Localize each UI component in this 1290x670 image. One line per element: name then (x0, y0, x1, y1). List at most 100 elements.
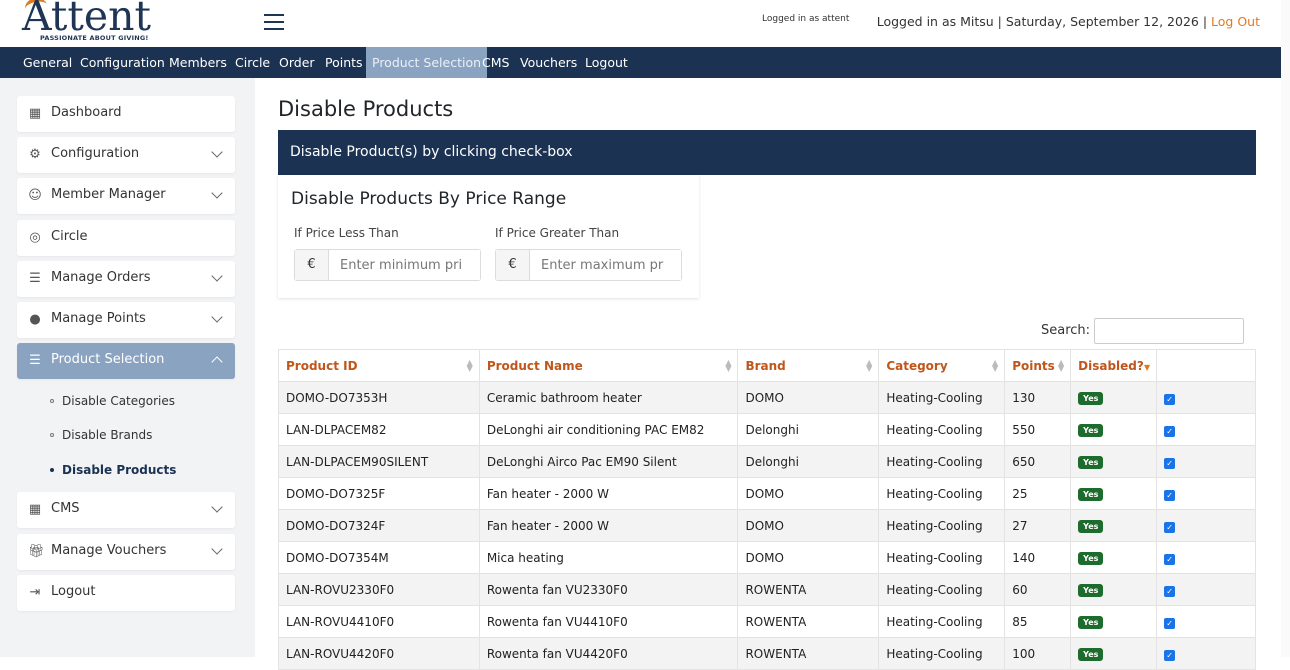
cell-product-name: Rowenta fan VU4410F0 (478, 605, 739, 638)
max-price-field: € (495, 249, 682, 281)
sub-item-disable-brands[interactable]: Disable Brands (50, 428, 152, 442)
target-icon: ◎ (29, 230, 41, 245)
cell-product-id: LAN-ROVU4420F0 (278, 637, 480, 670)
sidebar-item-configuration[interactable]: ⚙ Configuration (17, 137, 235, 173)
sort-icon: ▲ ▼ (725, 358, 732, 373)
cell-category: Heating-Cooling (878, 637, 1006, 670)
max-price-input[interactable] (531, 250, 681, 280)
sidebar-item-cms[interactable]: ▦ CMS (17, 492, 235, 528)
status-badge: Yes (1078, 616, 1104, 629)
attent-logo[interactable]: Attent PASSIONATE ABOUT GIVING! (22, 0, 162, 44)
page-title: Disable Products (278, 97, 454, 121)
cell-points: 650 (1004, 445, 1072, 478)
sub-item-disable-categories[interactable]: Disable Categories (50, 394, 175, 408)
price-range-title: Disable Products By Price Range (291, 189, 567, 209)
cell-product-id: LAN-ROVU2330F0 (278, 573, 480, 606)
chevron-down-icon (211, 270, 223, 282)
sidebar-item-label: Member Manager (51, 187, 166, 202)
search-input[interactable] (1094, 318, 1244, 344)
sort-icon: ▲ ▼ (1057, 358, 1065, 373)
nav-members[interactable]: Members (163, 47, 233, 78)
cell-category: Heating-Cooling (878, 477, 1006, 510)
sort-icon: ▲ ▼ (992, 358, 999, 373)
column-header-brand[interactable]: Brand ▲ ▼ (737, 349, 880, 382)
column-header-points[interactable]: Points ▲ ▼ (1004, 349, 1072, 382)
table-row: DOMO-DO7354M Mica heating DOMO Heating-C… (278, 541, 1256, 574)
disable-checkbox[interactable]: ✓ (1164, 617, 1176, 629)
cell-product-id: DOMO-DO7324F (278, 509, 480, 542)
cell-brand: Delonghi (737, 445, 880, 478)
cell-category: Heating-Cooling (878, 509, 1006, 542)
disable-checkbox[interactable]: ✓ (1164, 553, 1176, 565)
hamburger-menu-icon[interactable] (264, 14, 284, 30)
sidebar-item-label: Manage Vouchers (51, 543, 167, 558)
nav-vouchers[interactable]: Vouchers (514, 47, 583, 78)
sidebar-item-product-selection[interactable]: ☰ Product Selection (17, 343, 235, 379)
cell-category: Heating-Cooling (878, 413, 1006, 446)
table-row: DOMO-DO7353H Ceramic bathroom heater DOM… (278, 381, 1256, 414)
nav-circle[interactable]: Circle (229, 47, 276, 78)
nav-points[interactable]: Points (319, 47, 369, 78)
disable-checkbox[interactable]: ✓ (1164, 649, 1176, 661)
column-header-disabled[interactable]: Disabled? ▼ (1070, 349, 1158, 382)
column-header-product-id[interactable]: Product ID ▲ ▼ (278, 349, 480, 382)
cell-product-id: LAN-DLPACEM82 (278, 413, 480, 446)
top-header: Attent PASSIONATE ABOUT GIVING! Logged i… (0, 0, 1281, 47)
table-header-row: Product ID ▲ ▼ Product Name ▲ ▼ Brand ▲ ▼ Cate… (278, 349, 1256, 382)
cell-product-name: Fan heater - 2000 W (478, 477, 739, 510)
disable-checkbox[interactable]: ✓ (1164, 585, 1176, 597)
sidebar-item-member-manager[interactable]: ☺ Member Manager (17, 178, 235, 214)
nav-configuration[interactable]: Configuration (74, 47, 171, 78)
chevron-up-icon (211, 356, 223, 368)
sidebar-item-circle[interactable]: ◎ Circle (17, 220, 235, 256)
status-badge: Yes (1078, 424, 1104, 437)
price-less-label: If Price Less Than (294, 226, 399, 240)
cell-disabled: Yes (1070, 381, 1158, 414)
cell-points: 140 (1004, 541, 1072, 574)
column-header-category[interactable]: Category ▲ ▼ (878, 349, 1006, 382)
sidebar-item-manage-orders[interactable]: ☰ Manage Orders (17, 261, 235, 297)
cell-product-id: DOMO-DO7353H (278, 381, 480, 414)
sidebar-item-dashboard[interactable]: ▦ Dashboard (17, 96, 235, 132)
cell-points: 60 (1004, 573, 1072, 606)
cell-points: 85 (1004, 605, 1072, 638)
disable-checkbox[interactable]: ✓ (1164, 489, 1176, 501)
disable-checkbox[interactable]: ✓ (1164, 393, 1176, 405)
status-badge: Yes (1078, 456, 1104, 469)
sidebar-item-logout[interactable]: ⇥ Logout (17, 575, 235, 611)
sub-item-disable-products[interactable]: Disable Products (50, 463, 176, 477)
sidebar-item-label: Manage Points (51, 311, 146, 326)
chevron-down-icon (211, 501, 223, 513)
table-row: LAN-ROVU4410F0 Rowenta fan VU4410F0 ROWE… (278, 605, 1256, 638)
table-row: DOMO-DO7324F Fan heater - 2000 W DOMO He… (278, 509, 1256, 542)
disable-checkbox[interactable]: ✓ (1164, 457, 1176, 469)
cell-points: 550 (1004, 413, 1072, 446)
cell-points: 25 (1004, 477, 1072, 510)
cell-disabled: Yes (1070, 541, 1158, 574)
cell-product-id: DOMO-DO7325F (278, 477, 480, 510)
sub-item-label: Disable Brands (62, 428, 153, 442)
table-row: LAN-ROVU4420F0 Rowenta fan VU4420F0 ROWE… (278, 637, 1256, 670)
cell-brand: DOMO (737, 477, 880, 510)
bullet-icon (50, 432, 54, 437)
disable-checkbox[interactable]: ✓ (1164, 425, 1176, 437)
bullet-icon (50, 398, 54, 403)
nav-logout[interactable]: Logout (579, 47, 634, 78)
nav-general[interactable]: General (17, 47, 78, 78)
nav-order[interactable]: Order (273, 47, 321, 78)
nav-cms[interactable]: CMS (476, 47, 515, 78)
chevron-down-icon (211, 146, 223, 158)
cell-product-id: DOMO-DO7354M (278, 541, 480, 574)
user-status: Logged in as Mitsu | Saturday, September… (877, 14, 1260, 29)
column-header-product-name[interactable]: Product Name ▲ ▼ (478, 349, 739, 382)
logout-link[interactable]: Log Out (1211, 14, 1260, 29)
status-badge: Yes (1078, 552, 1104, 565)
disable-checkbox[interactable]: ✓ (1164, 521, 1176, 533)
nav-product-selection[interactable]: Product Selection (366, 47, 488, 78)
sub-item-label: Disable Products (62, 463, 177, 477)
min-price-input[interactable] (330, 250, 480, 280)
sidebar-item-manage-vouchers[interactable]: 🎁︎ Manage Vouchers (17, 534, 235, 570)
status-badge: Yes (1078, 392, 1104, 405)
sidebar-item-manage-points[interactable]: ● Manage Points (17, 302, 235, 338)
page-scrollbar[interactable] (1281, 0, 1290, 657)
